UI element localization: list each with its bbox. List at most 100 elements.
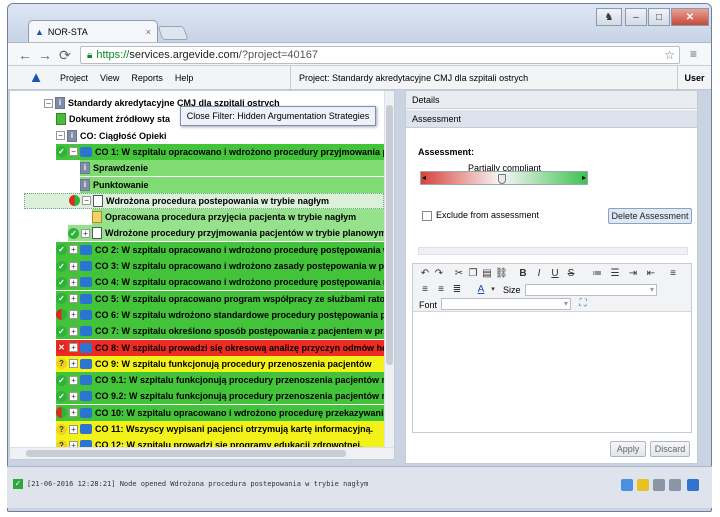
tree-row[interactable]: ✓ + CO 9.2: W szpitalu funkcjonują procedu… xyxy=(56,388,386,405)
tree-vertical-scrollbar[interactable] xyxy=(384,91,394,448)
justify-icon[interactable]: ≣ xyxy=(451,284,463,296)
minimize-button[interactable]: – xyxy=(625,8,647,26)
export-icon[interactable] xyxy=(687,479,699,491)
expand-icon[interactable]: + xyxy=(81,228,90,238)
size-select[interactable]: ▾ xyxy=(525,284,657,296)
expand-icon[interactable]: + xyxy=(69,343,78,352)
tree-row[interactable]: ? + CO 9: W szpitalu funkcjonują procedury… xyxy=(56,355,386,372)
tree-row[interactable]: i Punktowanie xyxy=(80,176,386,193)
apply-button[interactable]: Apply xyxy=(610,441,646,457)
tree-row[interactable]: ✓ + CO 5: W szpitalu opracowano program ws… xyxy=(56,290,386,307)
assessment-slider[interactable]: ◂ ▸ xyxy=(420,171,588,185)
tree-row[interactable]: ✓ + CO 2: W szpitalu opracowano i wdrożono… xyxy=(56,241,386,258)
indent-icon[interactable]: ⇥ xyxy=(627,268,639,280)
slider-knob[interactable] xyxy=(497,174,506,184)
delete-assessment-button[interactable]: Delete Assessment xyxy=(608,208,692,224)
tree-row[interactable]: ? + CO 11: Wszyscy wypisani pacjenci otrzy… xyxy=(56,421,386,437)
address-bar[interactable]: 🔒︎ https:// services.argevide.com /?proj… xyxy=(80,46,680,64)
copy-icon[interactable]: ❐ xyxy=(467,268,479,280)
redo-icon[interactable]: ↷ xyxy=(433,268,445,280)
collapse-icon[interactable]: − xyxy=(82,196,91,206)
chevron-down-icon[interactable]: ▾ xyxy=(487,284,499,296)
collapse-icon[interactable]: − xyxy=(56,131,65,141)
tree-row-label: Wdrożona procedura postepowania w trybie… xyxy=(106,195,330,206)
tree-row[interactable]: ✓ + CO 4: W szpitalu opracowano i wdrożono… xyxy=(56,274,386,291)
underline-icon[interactable]: U xyxy=(549,268,561,280)
tree-row[interactable]: ✓ + CO 3: W szpitalu opracowano i wdrożono… xyxy=(56,258,386,274)
expand-icon[interactable]: + xyxy=(69,359,78,369)
tree-row[interactable]: + CO 6: W szpitalu wdrożono standardowe p… xyxy=(56,306,386,323)
menu-reports[interactable]: Reports xyxy=(131,73,163,83)
browser-tab[interactable]: ▲ NOR-STA × xyxy=(28,20,158,42)
tree-row[interactable]: Opracowana procedura przyjęcia pacjenta … xyxy=(92,209,386,226)
forward-icon[interactable]: → xyxy=(38,47,52,63)
menu-project[interactable]: Project xyxy=(60,73,88,83)
prev-icon[interactable] xyxy=(653,479,665,491)
tree-row[interactable]: ✓ − CO 1: W szpitalu opracowano i wdrożono… xyxy=(56,143,386,160)
font-select[interactable]: ▾ xyxy=(441,298,571,310)
menu-help[interactable]: Help xyxy=(175,73,194,83)
collapse-icon[interactable]: − xyxy=(44,98,53,108)
new-tab-button[interactable] xyxy=(157,26,189,40)
align-right-icon[interactable]: ≡ xyxy=(435,284,447,296)
expand-icon[interactable]: + xyxy=(69,310,78,320)
unordered-list-icon[interactable]: ☰ xyxy=(609,268,621,280)
star-icon[interactable]: ☆ xyxy=(664,48,675,62)
note-icon[interactable] xyxy=(621,479,633,491)
expand-icon[interactable]: + xyxy=(69,408,78,418)
ordered-list-icon[interactable]: ≔ xyxy=(591,268,603,280)
back-icon[interactable]: ← xyxy=(18,47,32,63)
font-color-icon[interactable]: A xyxy=(475,284,487,296)
assessment-hscroll[interactable] xyxy=(418,247,688,255)
outdent-icon[interactable]: ⇤ xyxy=(645,268,657,280)
editor-body[interactable] xyxy=(413,313,691,432)
expand-icon[interactable]: + xyxy=(69,245,78,255)
expand-icon[interactable]: + xyxy=(69,375,78,385)
slider-left-arrow[interactable]: ◂ xyxy=(422,173,426,182)
maximize-button[interactable]: □ xyxy=(648,8,670,26)
tree-horizontal-scrollbar[interactable] xyxy=(10,447,394,459)
strikethrough-icon[interactable]: S xyxy=(565,268,577,280)
tree-row[interactable]: ✓ + CO 7: W szpitalu określono sposób post… xyxy=(56,323,386,340)
tree-row[interactable]: ✕ + CO 8: W szpitalu prowadzi się okresową… xyxy=(56,339,386,356)
tree-row[interactable]: i Sprawdzenie xyxy=(80,160,386,177)
tree-row[interactable]: − i CO: Ciągłość Opieki xyxy=(56,128,386,144)
expand-icon[interactable]: + xyxy=(69,424,78,434)
link-icon[interactable]: ⛓ xyxy=(495,268,508,280)
bold-icon[interactable]: B xyxy=(517,268,529,280)
collapse-icon[interactable]: − xyxy=(69,147,78,157)
paste-icon[interactable]: ▤ xyxy=(481,268,493,280)
reload-icon[interactable]: ⟳ xyxy=(59,47,71,64)
expand-icon[interactable]: + xyxy=(69,277,78,287)
user-button[interactable]: ♞ xyxy=(596,8,622,26)
italic-icon[interactable]: I xyxy=(533,268,545,280)
star-badge-icon[interactable] xyxy=(637,479,649,491)
align-center-icon[interactable]: ≡ xyxy=(419,284,431,296)
fullscreen-icon[interactable]: ⛶ xyxy=(577,298,589,310)
scroll-thumb[interactable] xyxy=(26,450,346,457)
slider-right-arrow[interactable]: ▸ xyxy=(582,173,586,182)
close-window-button[interactable]: ✕ xyxy=(671,8,709,26)
scroll-thumb[interactable] xyxy=(386,105,393,365)
menu-view[interactable]: View xyxy=(100,73,119,83)
tab-close-icon[interactable]: × xyxy=(146,27,151,37)
tree-row[interactable]: − Wdrożona procedura postepowania w trybi… xyxy=(24,192,384,209)
tree-row[interactable]: ✓ + Wdrożone procedury przyjmowania pacjen… xyxy=(68,225,386,242)
exclude-checkbox[interactable] xyxy=(422,211,432,221)
tree-row[interactable]: + CO 10: W szpitalu opracowano i wdrożono… xyxy=(56,404,386,421)
tree-row[interactable]: ✓ + CO 9.1: W szpitalu funkcjonują procedu… xyxy=(56,372,386,389)
next-icon[interactable] xyxy=(669,479,681,491)
partial-status-icon xyxy=(56,407,67,419)
user-menu[interactable]: User xyxy=(677,66,711,90)
close-filter-button[interactable]: Close Filter: Hidden Argumentation Strat… xyxy=(180,106,376,126)
expand-icon[interactable]: + xyxy=(69,391,78,401)
expand-icon[interactable]: + xyxy=(69,261,78,271)
cut-icon[interactable]: ✂ xyxy=(453,268,465,280)
undo-icon[interactable]: ↶ xyxy=(419,268,431,280)
discard-button[interactable]: Discard xyxy=(650,441,690,457)
green-status-icon: ✓ xyxy=(68,227,79,239)
align-left-icon[interactable]: ≡ xyxy=(667,268,679,280)
menu-icon[interactable]: ≡ xyxy=(690,47,697,61)
expand-icon[interactable]: + xyxy=(69,326,78,336)
expand-icon[interactable]: + xyxy=(69,294,78,304)
